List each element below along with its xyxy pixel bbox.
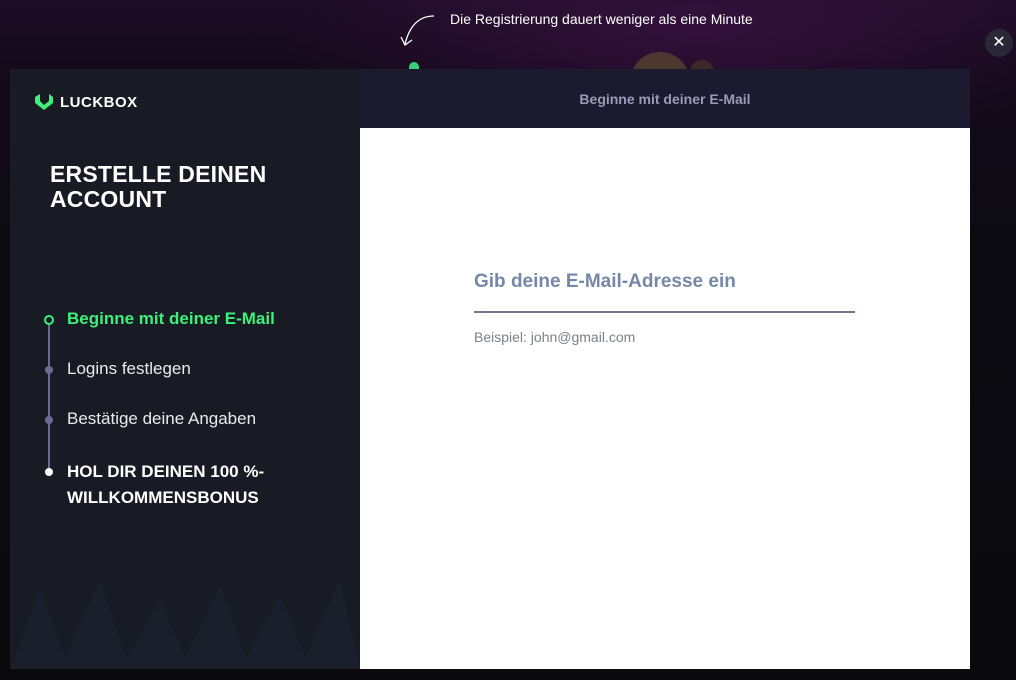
close-button[interactable]: ✕ [985,29,1013,57]
hint-text: Die Registrierung dauert weniger als ein… [450,11,753,27]
form-header: Beginne mit deiner E-Mail [360,69,970,128]
step-label: Beginne mit deiner E-Mail [67,309,275,328]
signup-steps: Beginne mit deiner E-Mail Logins festleg… [40,305,340,515]
email-field[interactable] [474,271,855,311]
curved-arrow-icon [400,15,435,46]
sidebar-pattern [10,579,360,669]
step-indicator [45,366,53,374]
step-indicator [45,416,53,424]
step-indicator-final [45,468,53,476]
sidebar-title: ERSTELLE DEINEN ACCOUNT [50,161,267,212]
step-label: Logins festlegen [67,359,191,378]
luckbox-logo[interactable]: LUCKBOX [34,91,138,113]
step-label: HOL DIR DEINEN 100 %-WILLKOMMENSBONUS [67,462,265,507]
step-label: Bestätige deine Angaben [67,409,257,428]
step-indicator-active [44,315,54,325]
close-icon: ✕ [992,34,1006,51]
step-connector [48,319,50,469]
signup-sidebar: LUCKBOX ERSTELLE DEINEN ACCOUNT Beginne … [10,69,360,669]
email-field-hint: Beispiel: john@gmail.com [474,329,636,345]
email-form: Gib deine E-Mail-Adresse ein Beispiel: j… [360,128,970,669]
form-header-title: Beginne mit deiner E-Mail [579,90,751,107]
registration-hint: Die Registrierung dauert weniger als ein… [398,8,818,52]
registration-modal: LUCKBOX ERSTELLE DEINEN ACCOUNT Beginne … [10,69,970,669]
brand-name: LUCKBOX [60,93,138,111]
email-field-underline [474,311,855,313]
luckbox-logo-icon [35,94,53,110]
